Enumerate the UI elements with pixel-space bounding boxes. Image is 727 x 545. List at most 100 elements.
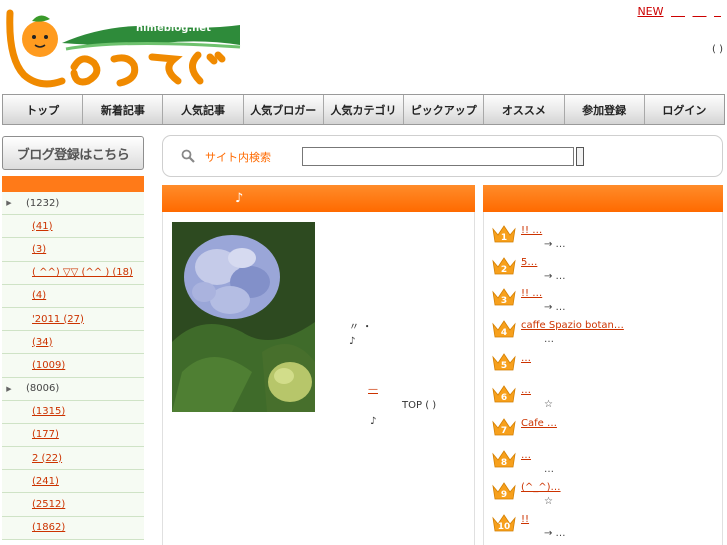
search-button[interactable] bbox=[576, 147, 584, 166]
ranking-subtitle: ☆ bbox=[544, 399, 553, 410]
category-item[interactable]: ▶ (8006) bbox=[2, 377, 144, 401]
category-label: (241) bbox=[32, 475, 59, 487]
rank-number: 9 bbox=[501, 490, 507, 500]
article-line-2: ♪ bbox=[349, 336, 356, 347]
crown-icon: 4 bbox=[492, 320, 516, 338]
category-item[interactable]: (41) bbox=[2, 215, 144, 239]
category-item[interactable]: (1315) bbox=[2, 400, 144, 424]
category-item[interactable]: (177) bbox=[2, 423, 144, 448]
ranking-item: 4 caffe Spazio botan… … bbox=[484, 319, 722, 351]
ranking-title[interactable]: 5… bbox=[521, 257, 537, 268]
rank-number: 4 bbox=[501, 328, 507, 338]
ranking-title[interactable]: … bbox=[521, 450, 531, 461]
top-link-2[interactable] bbox=[671, 5, 685, 18]
ranking-subtitle: ☆ bbox=[544, 496, 553, 507]
category-label: (177) bbox=[32, 429, 59, 441]
ranking-title[interactable]: Cafe … bbox=[521, 418, 557, 429]
nav-recommend[interactable]: オススメ bbox=[484, 95, 565, 124]
crown-icon: 10 bbox=[492, 514, 516, 532]
crown-icon: 7 bbox=[492, 418, 516, 436]
category-item[interactable]: (3) bbox=[2, 238, 144, 262]
ranking-subtitle: → … bbox=[544, 528, 566, 539]
ranking-list: 1!! … → … 2 5… → … 3!! … → … 4 caffe Spazio bota… bbox=[483, 212, 723, 545]
ranking-title[interactable]: !! bbox=[521, 514, 529, 525]
rank-number: 10 bbox=[498, 522, 511, 532]
category-label: (1232) bbox=[26, 197, 60, 209]
top-link-new[interactable]: NEW bbox=[637, 5, 663, 18]
logo-text: himeblog.net bbox=[136, 23, 211, 34]
category-item[interactable]: (241) bbox=[2, 470, 144, 494]
ranking-item: 9 (^_^)… ☆ bbox=[484, 481, 722, 513]
ranking-title[interactable]: (^_^)… bbox=[521, 482, 561, 493]
category-list: ▶ (1232) (41) (3) ( ^^) ▽▽ (^^ ) (18) (4) '201… bbox=[2, 192, 144, 540]
triangle-right-icon: ▶ bbox=[6, 384, 12, 393]
top-link-3[interactable] bbox=[693, 5, 707, 18]
site-search: サイト内検索 bbox=[162, 135, 723, 177]
category-label: ( ^^) ▽▽ (^^ ) (18) bbox=[32, 267, 133, 279]
rank-number: 3 bbox=[501, 296, 507, 306]
ranking-title[interactable]: caffe Spazio botan… bbox=[521, 320, 624, 331]
top-link-4[interactable] bbox=[714, 5, 721, 18]
nav-popular-categories[interactable]: 人気カテゴリ bbox=[323, 95, 405, 124]
category-item[interactable]: 2 (22) bbox=[2, 447, 144, 471]
category-item[interactable]: ▶ (1232) bbox=[2, 192, 144, 216]
ranking-item: 8 … … bbox=[484, 449, 722, 481]
main-nav: トップ 新着記事 人気記事 人気ブロガー 人気カテゴリ ピックアップ オススメ … bbox=[2, 94, 725, 125]
category-header bbox=[2, 176, 144, 192]
ranking-title[interactable]: … bbox=[521, 353, 531, 364]
article-body: 〃 ・ ♪ — TOP ( ) ♪ bbox=[162, 212, 475, 545]
nav-top[interactable]: トップ bbox=[3, 95, 84, 124]
category-label: (1862) bbox=[32, 522, 66, 534]
category-item[interactable]: (1862) bbox=[2, 516, 144, 540]
ranking-item: 1 !! … → … bbox=[484, 224, 722, 256]
category-label: (34) bbox=[32, 336, 53, 348]
nav-new-articles[interactable]: 新着記事 bbox=[83, 95, 164, 124]
nav-login[interactable]: ログイン bbox=[644, 95, 724, 124]
top-links: NEW bbox=[633, 5, 721, 18]
ranking-subtitle: … bbox=[544, 464, 554, 475]
category-item[interactable]: (4) bbox=[2, 284, 144, 308]
category-item[interactable]: ( ^^) ▽▽ (^^ ) (18) bbox=[2, 261, 144, 285]
crown-icon: 6 bbox=[492, 385, 516, 403]
category-label: (1315) bbox=[32, 406, 66, 418]
rank-number: 6 bbox=[501, 393, 507, 403]
article-line-6: ♪ bbox=[370, 416, 377, 427]
hydrangea-photo[interactable] bbox=[172, 222, 315, 412]
article-link[interactable]: — bbox=[368, 384, 378, 395]
ranking-item: 6 … ☆ bbox=[484, 384, 722, 416]
article-top-link[interactable]: TOP ( ) bbox=[402, 400, 436, 411]
ranking-subtitle: … bbox=[544, 334, 554, 345]
category-item[interactable]: (1009) bbox=[2, 354, 144, 378]
category-item[interactable]: (2512) bbox=[2, 493, 144, 517]
rank-number: 2 bbox=[501, 265, 507, 275]
category-label: (4) bbox=[32, 290, 47, 302]
category-item[interactable]: (34) bbox=[2, 331, 144, 355]
rank-number: 8 bbox=[501, 458, 507, 468]
article-title[interactable]: ♪ bbox=[235, 191, 243, 206]
article-header: ♪ bbox=[162, 185, 475, 212]
ranking-title[interactable]: !! … bbox=[521, 225, 542, 236]
ranking-header bbox=[483, 185, 723, 212]
search-icon bbox=[181, 149, 195, 163]
crown-icon: 9 bbox=[492, 482, 516, 500]
category-label: (2512) bbox=[32, 499, 66, 511]
ranking-title[interactable]: !! … bbox=[521, 288, 542, 299]
ranking-subtitle: → … bbox=[544, 302, 566, 313]
site-logo[interactable]: himeblog.net bbox=[2, 3, 242, 91]
category-label: (41) bbox=[32, 220, 53, 232]
ranking-title[interactable]: … bbox=[521, 385, 531, 396]
blog-register-button[interactable]: ブログ登録はこちら bbox=[2, 136, 144, 170]
nav-popular-bloggers[interactable]: 人気ブロガー bbox=[243, 95, 324, 124]
rank-number: 5 bbox=[501, 361, 507, 371]
nav-pickup[interactable]: ピックアップ bbox=[404, 95, 485, 124]
crown-icon: 2 bbox=[492, 257, 516, 275]
category-label: (3) bbox=[32, 243, 47, 255]
nav-register[interactable]: 参加登録 bbox=[564, 95, 645, 124]
search-input[interactable] bbox=[302, 147, 574, 166]
nav-popular-articles[interactable]: 人気記事 bbox=[163, 95, 244, 124]
category-item[interactable]: '2011 (27) bbox=[2, 307, 144, 332]
ranking-item: 2 5… → … bbox=[484, 256, 722, 288]
search-label: サイト内検索 bbox=[205, 151, 271, 164]
ranking-item: 5… bbox=[484, 352, 722, 384]
ranking-item: 3 !! … → … bbox=[484, 287, 722, 319]
